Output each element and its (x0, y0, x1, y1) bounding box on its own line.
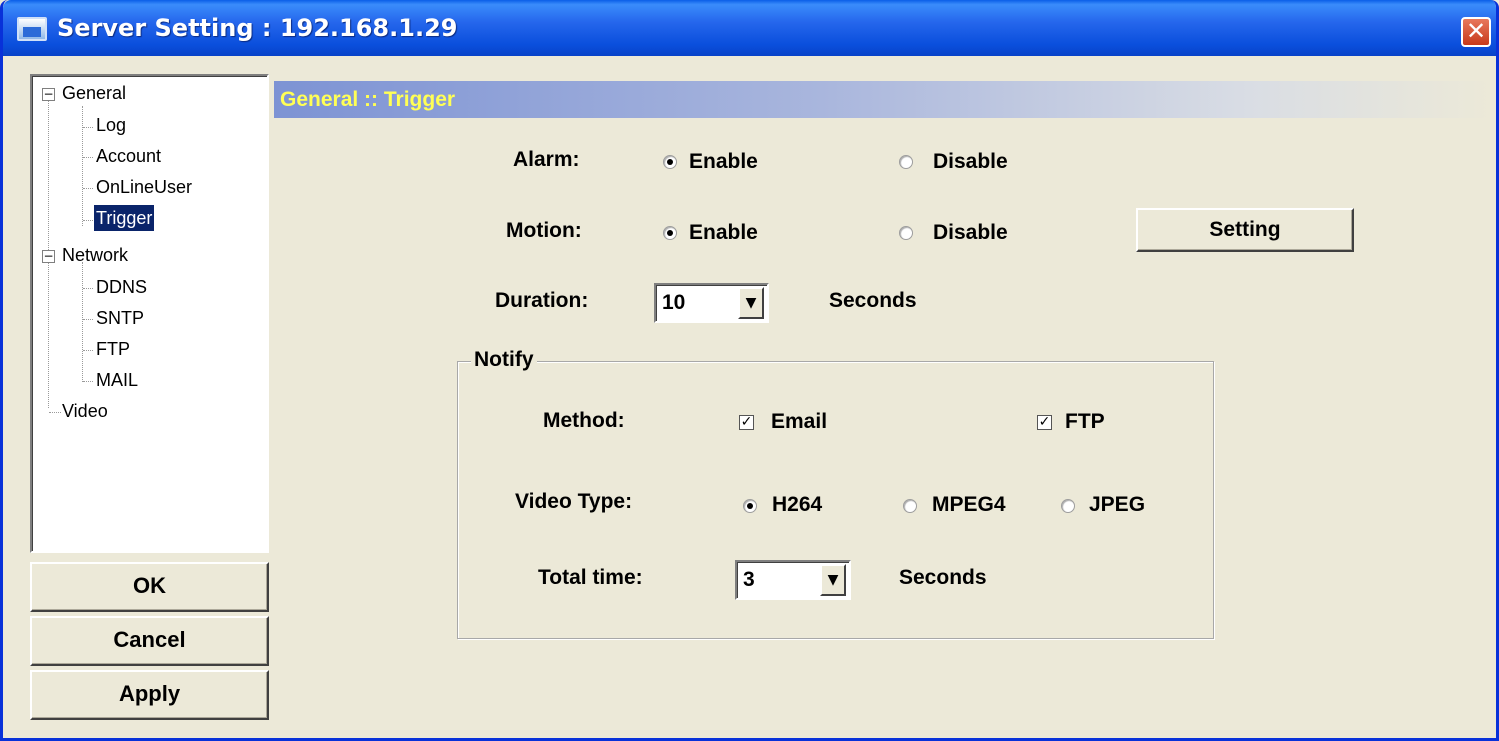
title-bar[interactable]: Server Setting : 192.168.1.29 ✕ (3, 0, 1496, 56)
tree-item-general[interactable]: General (62, 80, 126, 106)
tree-item-ddns[interactable]: DDNS (96, 274, 147, 300)
tree-item-network[interactable]: Network (62, 242, 128, 268)
collapse-network-icon[interactable]: − (42, 250, 55, 263)
video-type-mpeg4-label[interactable]: MPEG4 (932, 493, 1006, 517)
total-time-select[interactable]: 3 ▼ (735, 560, 851, 600)
check-icon: ✓ (740, 414, 753, 430)
tree-item-video[interactable]: Video (62, 398, 108, 424)
check-icon: ✓ (1038, 414, 1051, 430)
settings-tree[interactable]: − General Log Account OnLineUser Trigger… (30, 74, 269, 553)
chevron-down-icon[interactable]: ▼ (820, 564, 846, 596)
total-time-value: 3 (743, 568, 755, 591)
video-type-mpeg4-radio[interactable] (903, 499, 917, 513)
close-button[interactable]: ✕ (1461, 17, 1491, 47)
tree-line (82, 106, 83, 226)
tree-item-onlineuser[interactable]: OnLineUser (96, 174, 192, 200)
ok-button[interactable]: OK (30, 562, 269, 612)
app-icon (17, 17, 47, 41)
tree-line (82, 262, 83, 382)
motion-setting-button[interactable]: Setting (1136, 208, 1354, 252)
alarm-enable-radio[interactable] (663, 155, 677, 169)
ftp-checkbox[interactable]: ✓ (1037, 415, 1052, 430)
duration-unit: Seconds (829, 289, 917, 312)
ftp-label[interactable]: FTP (1065, 410, 1105, 434)
tree-item-trigger[interactable]: Trigger (94, 205, 155, 231)
motion-disable-radio[interactable] (899, 226, 913, 240)
notify-title: Notify (471, 348, 537, 372)
motion-enable-radio[interactable] (663, 226, 677, 240)
video-type-jpeg-radio[interactable] (1061, 499, 1075, 513)
video-type-label: Video Type: (515, 490, 633, 513)
apply-button[interactable]: Apply (30, 670, 269, 720)
motion-label: Motion: (506, 219, 582, 242)
tree-item-ftp[interactable]: FTP (96, 336, 130, 362)
motion-disable-label[interactable]: Disable (933, 221, 1008, 245)
close-icon: ✕ (1465, 17, 1487, 45)
tree-item-mail[interactable]: MAIL (96, 367, 138, 393)
total-time-unit: Seconds (899, 566, 987, 589)
tree-item-log[interactable]: Log (96, 112, 126, 138)
email-checkbox[interactable]: ✓ (739, 415, 754, 430)
method-label: Method: (543, 409, 625, 432)
email-label[interactable]: Email (771, 410, 827, 434)
alarm-label: Alarm: (513, 148, 580, 171)
tree-item-sntp[interactable]: SNTP (96, 305, 144, 331)
alarm-disable-label[interactable]: Disable (933, 150, 1008, 174)
duration-label: Duration: (495, 289, 589, 312)
video-type-h264-radio[interactable] (743, 499, 757, 513)
tree-item-account[interactable]: Account (96, 143, 161, 169)
section-header: General :: Trigger (274, 81, 1492, 118)
duration-select[interactable]: 10 ▼ (654, 283, 769, 323)
video-type-h264-label[interactable]: H264 (772, 493, 822, 517)
cancel-button[interactable]: Cancel (30, 616, 269, 666)
window-title: Server Setting : 192.168.1.29 (57, 14, 458, 42)
server-setting-window: Server Setting : 192.168.1.29 ✕ − Genera… (0, 0, 1499, 741)
total-time-label: Total time: (538, 566, 643, 589)
motion-enable-label[interactable]: Enable (689, 221, 758, 245)
alarm-disable-radio[interactable] (899, 155, 913, 169)
video-type-jpeg-label[interactable]: JPEG (1089, 493, 1145, 517)
alarm-enable-label[interactable]: Enable (689, 150, 758, 174)
collapse-general-icon[interactable]: − (42, 88, 55, 101)
duration-value: 10 (662, 291, 686, 314)
chevron-down-icon[interactable]: ▼ (738, 287, 764, 319)
